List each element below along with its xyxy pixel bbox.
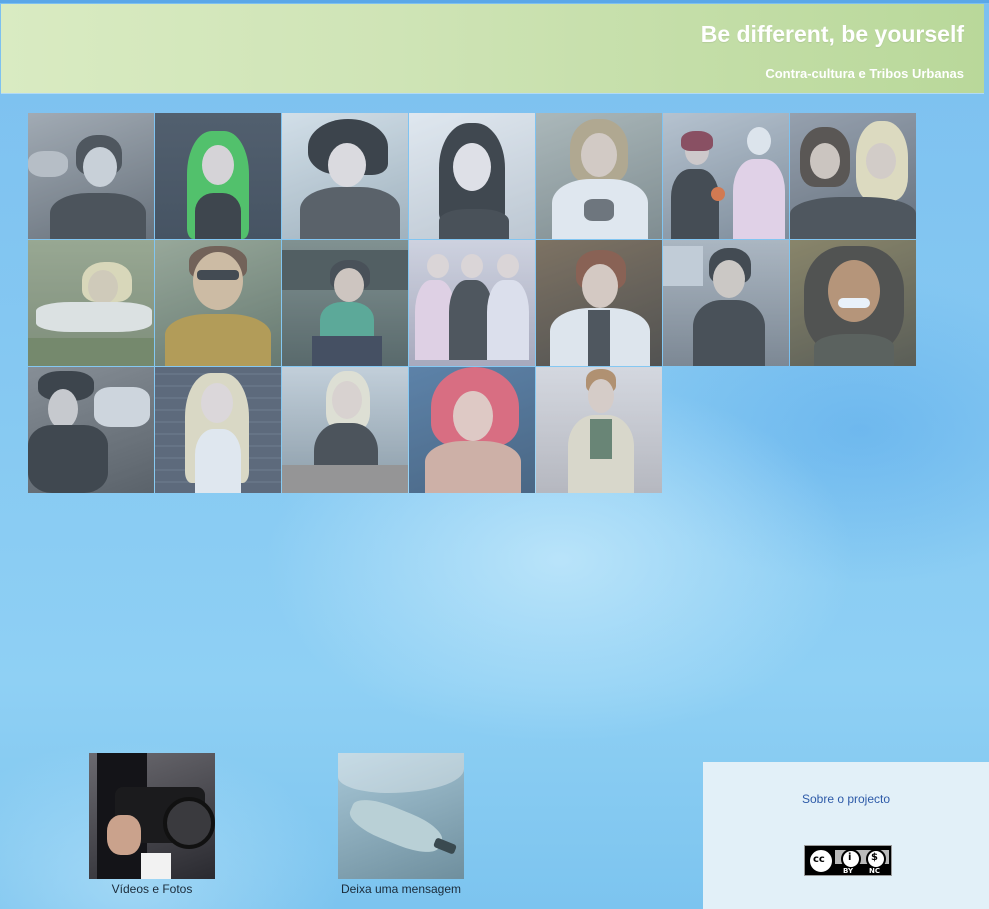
site-header: Be different, be yourself Contra-cultura…	[1, 4, 984, 93]
tribe-photo-1[interactable]	[28, 113, 154, 239]
tribe-photo-2[interactable]	[155, 113, 281, 239]
bottle-thumbnail[interactable]	[338, 753, 464, 879]
tribe-photo-3[interactable]	[282, 113, 408, 239]
tribe-photo-9[interactable]	[155, 240, 281, 366]
license-by-text: BY	[843, 867, 854, 875]
tribe-photo-7[interactable]	[790, 113, 916, 239]
attribution-icon: i	[841, 849, 861, 869]
tribe-photo-15[interactable]	[28, 367, 154, 493]
tribe-photo-13[interactable]	[663, 240, 789, 366]
tribe-photo-19[interactable]	[536, 367, 662, 493]
videos-photos-link[interactable]: Vídeos e Fotos	[89, 753, 215, 896]
tribe-gallery	[28, 113, 918, 493]
cc-icon: cc	[808, 848, 834, 874]
tribe-photo-6[interactable]	[663, 113, 789, 239]
tribe-photo-17[interactable]	[282, 367, 408, 493]
site-title: Be different, be yourself	[700, 21, 964, 47]
noncommercial-icon: $	[866, 849, 886, 869]
camera-thumbnail[interactable]	[89, 753, 215, 879]
creative-commons-badge[interactable]: cc i $ BY NC	[804, 845, 892, 876]
tribe-photo-5[interactable]	[536, 113, 662, 239]
tribe-photo-11[interactable]	[409, 240, 535, 366]
tribe-photo-14[interactable]	[790, 240, 916, 366]
tribe-photo-8[interactable]	[28, 240, 154, 366]
top-border	[0, 0, 989, 3]
about-project-link[interactable]: Sobre o projecto	[703, 792, 989, 806]
tribe-photo-16[interactable]	[155, 367, 281, 493]
tribe-photo-12[interactable]	[536, 240, 662, 366]
tribe-photo-10[interactable]	[282, 240, 408, 366]
license-nc-text: NC	[869, 867, 880, 875]
site-subtitle: Contra-cultura e Tribos Urbanas	[765, 66, 964, 81]
info-panel: Sobre o projecto cc i $ BY NC	[703, 762, 989, 909]
tribe-photo-18[interactable]	[409, 367, 535, 493]
videos-photos-label[interactable]: Vídeos e Fotos	[89, 882, 215, 896]
leave-message-label[interactable]: Deixa uma mensagem	[338, 882, 464, 896]
tribe-photo-4[interactable]	[409, 113, 535, 239]
leave-message-link[interactable]: Deixa uma mensagem	[338, 753, 464, 896]
